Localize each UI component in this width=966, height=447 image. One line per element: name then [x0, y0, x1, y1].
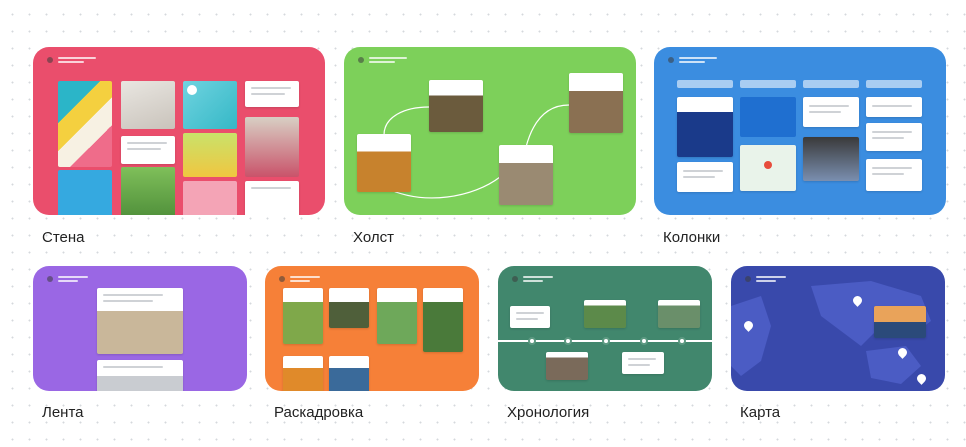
timeline-node: [602, 337, 610, 345]
template-label-canvas: Холст: [353, 229, 394, 246]
canvas-post: [499, 145, 553, 205]
column-header: [866, 80, 922, 88]
canvas-post: [569, 73, 623, 133]
template-preview-canvas[interactable]: [344, 47, 636, 215]
runner-image: [245, 117, 299, 177]
storyboard-post: [329, 356, 369, 391]
column-post: [677, 97, 733, 157]
template-card-timeline[interactable]: Хронология: [498, 266, 712, 436]
map-pin-icon: [764, 161, 772, 169]
canvas-post: [357, 134, 411, 192]
wall-post: [245, 81, 299, 107]
template-card-map[interactable]: Карта: [731, 266, 945, 436]
preview-header: [47, 57, 96, 63]
storyboard-post: [283, 356, 323, 391]
abstract-art-image: [58, 81, 112, 167]
template-label-timeline: Хронология: [507, 404, 590, 421]
template-label-stream: Лента: [42, 404, 84, 421]
template-label-map: Карта: [740, 404, 781, 421]
preview-header: [279, 276, 320, 282]
sneakers-image: [183, 133, 237, 177]
timeline-post: [584, 300, 626, 328]
bottle-image: [121, 167, 175, 215]
template-label-columns: Колонки: [663, 229, 721, 246]
timeline-node: [678, 337, 686, 345]
canvas-post: [429, 80, 483, 132]
column-header: [740, 80, 796, 88]
timeline-post: [546, 352, 588, 380]
template-card-canvas[interactable]: Холст: [344, 47, 636, 247]
template-card-columns[interactable]: Колонки: [654, 47, 946, 247]
template-preview-storyboard[interactable]: [265, 266, 479, 391]
stream-post: [97, 360, 183, 391]
preview-header: [512, 276, 553, 282]
timeline-node: [528, 337, 536, 345]
map-post: [740, 145, 796, 191]
timeline-post: [510, 306, 550, 328]
storyboard-post: [377, 288, 417, 344]
storyboard-post: [283, 288, 323, 344]
template-preview-columns[interactable]: [654, 47, 946, 215]
timeline-post: [658, 300, 700, 328]
jellyfish-image: [740, 97, 796, 137]
stream-post: [97, 288, 183, 354]
column-header: [803, 80, 859, 88]
column-post: [866, 97, 922, 117]
column-post: [803, 137, 859, 181]
sky-block: [58, 170, 112, 215]
column-post: [803, 97, 859, 127]
template-card-wall[interactable]: Стена: [33, 47, 325, 247]
column-post: [866, 159, 922, 191]
timeline-node: [640, 337, 648, 345]
wall-post: [245, 181, 299, 215]
template-preview-wall[interactable]: [33, 47, 325, 215]
leaf-tile: [183, 181, 237, 215]
column-post: [866, 123, 922, 151]
column-post: [677, 162, 733, 192]
column-header: [677, 80, 733, 88]
storyboard-post: [423, 288, 463, 352]
template-label-storyboard: Раскадровка: [274, 404, 364, 421]
preview-header: [47, 276, 88, 282]
preview-header: [668, 57, 717, 63]
template-card-storyboard[interactable]: Раскадровка: [265, 266, 479, 436]
timeline-post: [622, 352, 664, 374]
template-preview-map[interactable]: [731, 266, 945, 391]
template-card-stream[interactable]: Лента: [33, 266, 247, 436]
template-preview-stream[interactable]: [33, 266, 247, 391]
shoes-image: [121, 81, 175, 129]
video-tile[interactable]: [183, 81, 237, 129]
play-icon[interactable]: [187, 85, 197, 95]
timeline-node: [564, 337, 572, 345]
storyboard-post: [329, 288, 369, 328]
map-photo: [874, 306, 926, 338]
template-label-wall: Стена: [42, 229, 85, 246]
template-preview-timeline[interactable]: [498, 266, 712, 391]
wall-post: [121, 136, 175, 164]
